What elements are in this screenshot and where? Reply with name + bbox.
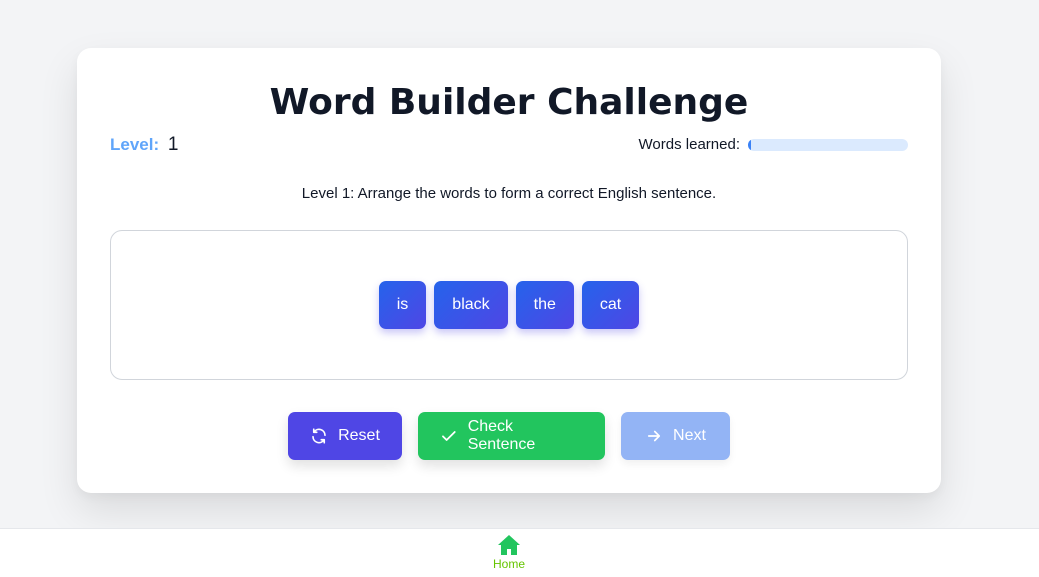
progress-label: Words learned:: [638, 136, 740, 153]
check-sentence-button[interactable]: Check Sentence: [418, 412, 605, 460]
progress-bar: [748, 138, 908, 151]
page-title: Word Builder Challenge: [269, 82, 749, 123]
refresh-icon: [312, 428, 326, 444]
nav-item-home[interactable]: Home: [479, 534, 539, 571]
game-card: Word Builder Challenge Level: 1 Words le…: [77, 48, 941, 493]
level-value: 1: [167, 134, 179, 155]
action-buttons: Reset Check Sentence Next: [77, 412, 941, 460]
word-tile[interactable]: is: [378, 281, 427, 329]
bottom-nav: Home: [0, 528, 1039, 577]
word-tile[interactable]: the: [515, 281, 574, 329]
home-icon: [498, 535, 520, 555]
progress-fill: [748, 138, 752, 151]
reset-label: Reset: [338, 427, 380, 444]
word-area[interactable]: is black the cat: [110, 230, 908, 380]
check-label: Check Sentence: [467, 418, 536, 453]
words-learned-progress: Words learned:: [639, 136, 908, 153]
word-tile[interactable]: cat: [581, 281, 640, 329]
next-label: Next: [673, 427, 706, 444]
level-indicator: Level: 1: [110, 134, 178, 156]
arrow-right-icon: [647, 430, 661, 442]
check-icon: [442, 431, 456, 441]
next-button[interactable]: Next: [621, 412, 730, 460]
level-label: Level:: [110, 135, 160, 154]
instructions: Level 1: Arrange the words to form a cor…: [301, 185, 717, 202]
page: Word Builder Challenge Level: 1 Words le…: [0, 0, 1039, 577]
word-tile[interactable]: black: [434, 281, 508, 329]
reset-button[interactable]: Reset: [288, 412, 402, 460]
home-label: Home: [492, 557, 525, 571]
